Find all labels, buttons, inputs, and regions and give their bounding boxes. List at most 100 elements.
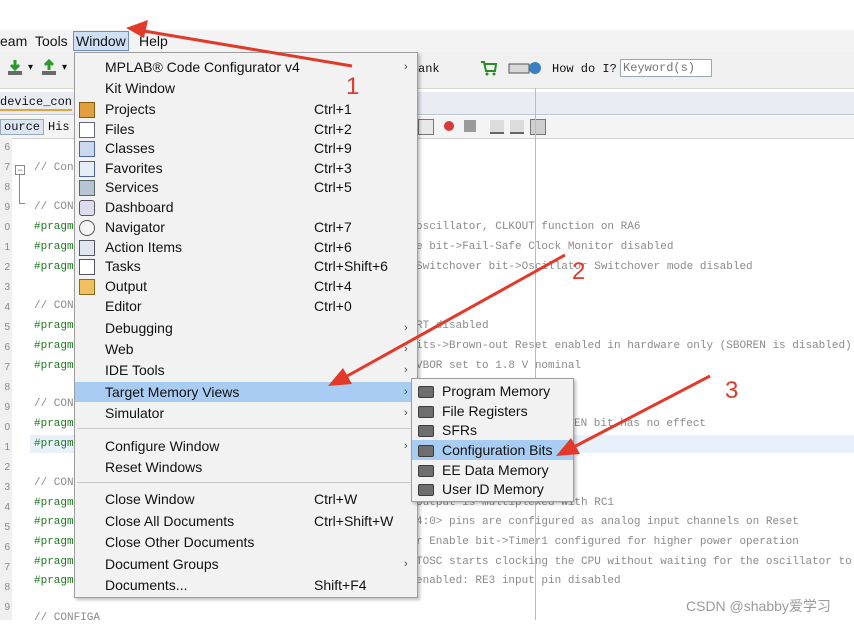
- line-number: 7: [4, 562, 10, 573]
- menu-item-projects[interactable]: Projects Ctrl+1: [75, 99, 417, 119]
- code-line: // CONFIGA: [34, 612, 101, 624]
- submenu-arrow-icon: ›: [404, 61, 408, 73]
- upload-icon[interactable]: [40, 59, 58, 77]
- menu-item-document-groups[interactable]: Document Groups ›: [75, 554, 417, 574]
- submenu-arrow-icon: ›: [404, 558, 408, 570]
- memory-chip-icon: [418, 445, 434, 457]
- code-line: #pragm: [34, 536, 74, 548]
- memory-chip-icon: [418, 386, 434, 398]
- code-comment: EN bit has no effect: [574, 418, 707, 430]
- memory-chip-icon: [418, 406, 434, 418]
- line-number: 5: [4, 522, 10, 533]
- code-line: #pragm: [34, 261, 74, 273]
- code-line: #pragm: [34, 516, 74, 528]
- menu-window[interactable]: Window: [73, 31, 129, 51]
- submenu-arrow-icon: ›: [404, 364, 408, 376]
- keyword-search-input[interactable]: [620, 59, 712, 77]
- line-number: 6: [4, 542, 10, 553]
- window-menu: MPLAB® Code Configurator v4 › Kit Window …: [74, 52, 418, 598]
- annotation-label-3: 3: [725, 377, 739, 404]
- menu-separator: [77, 428, 415, 429]
- menu-team[interactable]: eam: [0, 32, 29, 50]
- code-line: #pragm: [34, 497, 74, 509]
- target-memory-views-submenu: Program Memory File Registers SFRs Confi…: [411, 378, 574, 502]
- submenu-arrow-icon: ›: [404, 386, 408, 398]
- menu-item-close-other-documents[interactable]: Close Other Documents: [75, 532, 417, 552]
- code-line: #pragm: [34, 418, 74, 430]
- uncomment-icon[interactable]: [510, 120, 524, 134]
- line-number: 6: [4, 142, 10, 153]
- source-tab[interactable]: ource: [0, 119, 45, 135]
- menu-item-simulator[interactable]: Simulator ›: [75, 403, 417, 423]
- submenu-item-user-id-memory[interactable]: User ID Memory: [412, 479, 573, 499]
- submenu-arrow-icon: ›: [404, 343, 408, 355]
- tasks-icon: [79, 259, 95, 275]
- code-comment: enabled: RE3 input pin disabled: [416, 575, 621, 587]
- menu-item-documents[interactable]: Documents... Shift+F4: [75, 575, 417, 595]
- menu-item-action-items[interactable]: Action Items Ctrl+6: [75, 237, 417, 257]
- stop-icon[interactable]: [464, 120, 476, 132]
- navigator-icon: [79, 220, 95, 236]
- macro-icon[interactable]: [530, 119, 546, 135]
- menu-item-dashboard[interactable]: Dashboard: [75, 197, 417, 217]
- menu-item-services[interactable]: Services Ctrl+5: [75, 177, 417, 197]
- history-tab[interactable]: His: [48, 120, 70, 134]
- menu-separator: [77, 482, 415, 483]
- menu-item-mplab-code-configurator[interactable]: MPLAB® Code Configurator v4 ›: [75, 57, 417, 77]
- line-number: 6: [4, 342, 10, 353]
- menu-item-close-all-documents[interactable]: Close All Documents Ctrl+Shift+W: [75, 511, 417, 531]
- comment-icon[interactable]: [490, 120, 504, 134]
- menu-item-debugging[interactable]: Debugging ›: [75, 318, 417, 338]
- code-line: // CON: [34, 477, 74, 489]
- submenu-arrow-icon: ›: [404, 440, 408, 452]
- memory-chip-icon: [418, 465, 434, 477]
- submenu-arrow-icon: ›: [404, 407, 408, 419]
- line-number: 4: [4, 502, 10, 513]
- menu-item-editor[interactable]: Editor Ctrl+0: [75, 296, 417, 316]
- file-tab[interactable]: device_con: [0, 95, 73, 111]
- code-comment: RT disabled: [416, 320, 489, 332]
- dashboard-icon: [79, 200, 95, 216]
- line-number: 7: [4, 362, 10, 373]
- code-line: #pragm: [34, 221, 74, 233]
- menu-item-target-memory-views[interactable]: Target Memory Views ›: [75, 382, 417, 402]
- menu-item-files[interactable]: Files Ctrl+2: [75, 119, 417, 139]
- menu-help[interactable]: Help: [137, 32, 170, 50]
- menu-item-close-window[interactable]: Close Window Ctrl+W: [75, 489, 417, 509]
- menu-item-tasks[interactable]: Tasks Ctrl+Shift+6: [75, 256, 417, 276]
- line-number: 8: [4, 582, 10, 593]
- menu-item-configure-window[interactable]: Configure Window ›: [75, 436, 417, 456]
- projects-icon: [79, 102, 95, 118]
- code-comment: r Enable bit->Timer1 configured for high…: [416, 536, 799, 548]
- line-number: 2: [4, 462, 10, 473]
- menu-item-web[interactable]: Web ›: [75, 339, 417, 359]
- submenu-item-ee-data-memory[interactable]: EE Data Memory: [412, 460, 573, 480]
- menu-item-kit-window[interactable]: Kit Window: [75, 78, 417, 98]
- record-icon[interactable]: [444, 121, 454, 131]
- submenu-item-sfrs[interactable]: SFRs: [412, 420, 573, 440]
- fold-toggle-icon[interactable]: −: [15, 165, 25, 175]
- menu-item-classes[interactable]: Classes Ctrl+9: [75, 138, 417, 158]
- code-line: #pragm: [34, 360, 74, 372]
- submenu-item-file-registers[interactable]: File Registers: [412, 401, 573, 421]
- code-comment: TOSC starts clocking the CPU without wai…: [416, 556, 854, 568]
- submenu-item-configuration-bits[interactable]: Configuration Bits: [412, 440, 573, 460]
- submenu-item-program-memory[interactable]: Program Memory: [412, 381, 573, 401]
- line-number: 8: [4, 182, 10, 193]
- download-icon[interactable]: [6, 59, 24, 77]
- code-line: #pragm: [34, 438, 74, 450]
- menu-tools[interactable]: Tools: [33, 32, 70, 50]
- line-number: 8: [4, 382, 10, 393]
- board-icon[interactable]: [508, 59, 542, 77]
- menu-item-output[interactable]: Output Ctrl+4: [75, 276, 417, 296]
- dropdown-arrow-icon[interactable]: ▾: [28, 62, 33, 73]
- menu-item-ide-tools[interactable]: IDE Tools ›: [75, 360, 417, 380]
- code-line: #pragm: [34, 556, 74, 568]
- menu-item-favorites[interactable]: Favorites Ctrl+3: [75, 158, 417, 178]
- dropdown-arrow-icon-2[interactable]: ▾: [62, 62, 67, 73]
- cart-icon[interactable]: [480, 59, 498, 77]
- code-line: // Con: [34, 162, 74, 174]
- menu-item-reset-windows[interactable]: Reset Windows: [75, 457, 417, 477]
- toggle-icon[interactable]: [418, 119, 434, 135]
- menu-item-navigator[interactable]: Navigator Ctrl+7: [75, 217, 417, 237]
